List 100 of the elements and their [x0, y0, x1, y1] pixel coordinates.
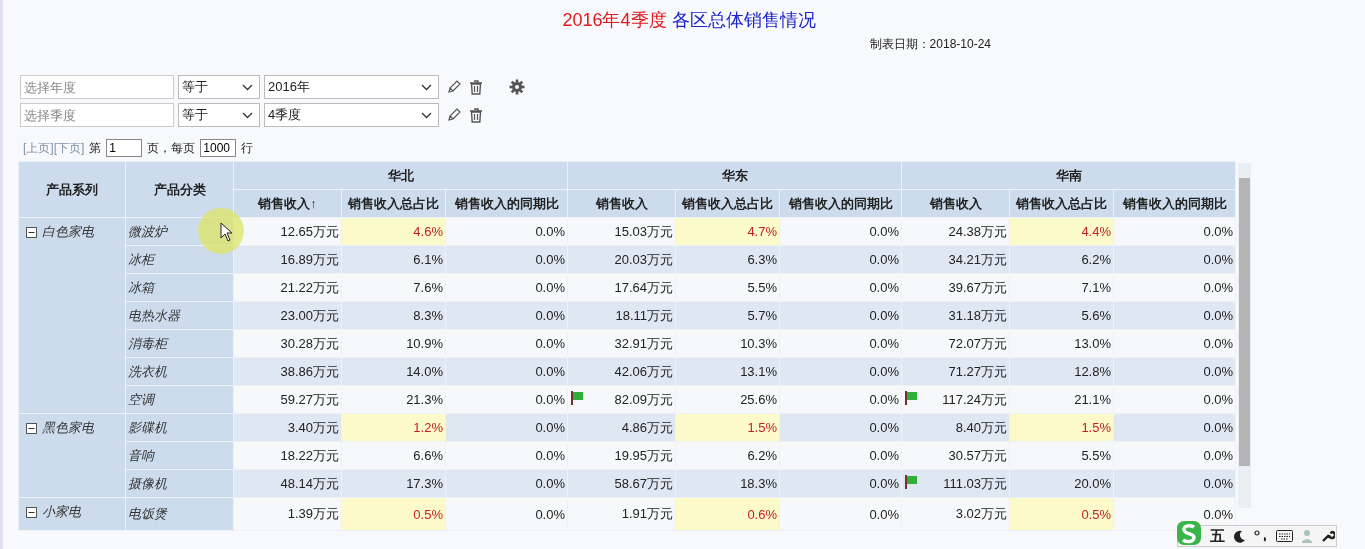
share-cell: 6.2% — [675, 441, 780, 470]
yoy-cell: 0.0% — [445, 413, 568, 442]
column-header: 销售收入总占比 — [341, 189, 446, 218]
category-cell: 冰箱 — [125, 273, 234, 302]
category-cell: 摄像机 — [125, 469, 234, 498]
yoy-cell: 0.0% — [445, 497, 568, 531]
filter-field[interactable]: 选择季度 — [20, 103, 174, 127]
yoy-cell: 0.0% — [1113, 469, 1236, 498]
revenue-cell: 48.14万元 — [233, 469, 342, 498]
revenue-cell: 8.40万元 — [901, 413, 1010, 442]
scrollbar[interactable] — [1238, 163, 1251, 508]
revenue-cell: 32.91万元 — [567, 329, 676, 358]
logo-icon[interactable] — [1176, 520, 1202, 546]
share-cell: 7.1% — [1009, 273, 1114, 302]
yoy-cell: 0.0% — [445, 357, 568, 386]
region-header: 华东 — [567, 161, 902, 190]
wrench-icon[interactable] — [1321, 529, 1335, 543]
series-name: 小家电 — [42, 503, 81, 521]
page-field[interactable]: 1 — [106, 139, 143, 157]
moon-icon[interactable] — [1233, 529, 1246, 543]
report-period: 2016年4季度 — [562, 10, 667, 30]
settings-icon[interactable] — [509, 79, 525, 95]
share-cell: 6.6% — [341, 441, 446, 470]
revenue-cell: 1.39万元 — [233, 497, 342, 531]
revenue-cell: 82.09万元 — [567, 385, 676, 414]
share-cell: 21.1% — [1009, 385, 1114, 414]
revenue-cell: 59.27万元 — [233, 385, 342, 414]
column-header: 销售收入 — [567, 189, 676, 218]
keyboard-icon[interactable] — [1276, 530, 1293, 542]
share-cell: 6.2% — [1009, 245, 1114, 274]
yoy-cell: 0.0% — [1113, 385, 1236, 414]
yoy-cell: 0.0% — [1113, 329, 1236, 358]
share-cell: 20.0% — [1009, 469, 1114, 498]
revenue-cell: 21.22万元 — [233, 273, 342, 302]
collapse-icon[interactable] — [26, 506, 37, 518]
share-cell: 10.9% — [341, 329, 446, 358]
revenue-cell: 1.91万元 — [567, 497, 676, 531]
yoy-cell: 0.0% — [1113, 245, 1236, 274]
share-cell: 17.3% — [341, 469, 446, 498]
category-cell: 电饭煲 — [125, 497, 234, 531]
share-cell: 1.5% — [675, 413, 780, 442]
operator-dropdown[interactable]: 等于 — [178, 103, 260, 127]
share-cell: 1.5% — [1009, 413, 1114, 442]
pencil-icon[interactable] — [446, 107, 462, 123]
revenue-cell: 18.11万元 — [567, 301, 676, 330]
value-dropdown[interactable]: 2016年 — [264, 75, 439, 99]
share-cell: 0.6% — [675, 497, 780, 531]
yoy-cell: 0.0% — [445, 245, 568, 274]
yoy-cell: 0.0% — [779, 469, 902, 498]
share-cell: 4.4% — [1009, 217, 1114, 246]
flag-icon — [571, 391, 583, 405]
filter-field[interactable]: 选择年度 — [20, 75, 174, 99]
share-cell: 0.5% — [341, 497, 446, 531]
column-header: 产品分类 — [125, 161, 234, 218]
cursor-icon — [220, 222, 233, 242]
column-header: 销售收入↑ — [233, 189, 342, 218]
yoy-cell: 0.0% — [1113, 357, 1236, 386]
column-header: 销售收入的同期比 — [1113, 189, 1236, 218]
punctuation-icon[interactable] — [1254, 529, 1268, 543]
yoy-cell: 0.0% — [445, 301, 568, 330]
category-cell: 电热水器 — [125, 301, 234, 330]
column-header: 产品系列 — [18, 161, 126, 218]
chevron-icon — [242, 83, 253, 91]
revenue-cell: 17.64万元 — [567, 273, 676, 302]
value-dropdown[interactable]: 4季度 — [264, 103, 439, 127]
yoy-cell: 0.0% — [445, 441, 568, 470]
report-date: 制表日期：2018-10-24 — [869, 36, 991, 53]
yoy-cell: 0.0% — [779, 497, 902, 531]
revenue-cell: 3.02万元 — [901, 497, 1010, 531]
revenue-cell: 15.03万元 — [567, 217, 676, 246]
operator-dropdown[interactable]: 等于 — [178, 75, 260, 99]
yoy-cell: 0.0% — [445, 385, 568, 414]
share-cell: 6.3% — [675, 245, 780, 274]
collapse-icon[interactable] — [26, 226, 37, 238]
column-header: 销售收入的同期比 — [445, 189, 568, 218]
revenue-cell: 58.67万元 — [567, 469, 676, 498]
report-title: 各区总体销售情况 — [671, 10, 816, 30]
per-page-field[interactable]: 1000 — [200, 139, 237, 157]
share-cell: 13.0% — [1009, 329, 1114, 358]
series-name: 黑色家电 — [42, 419, 94, 437]
share-cell: 4.6% — [341, 217, 446, 246]
pencil-icon[interactable] — [446, 79, 462, 95]
category-cell: 空调 — [125, 385, 234, 414]
yoy-cell: 0.0% — [779, 273, 902, 302]
share-cell: 14.0% — [341, 357, 446, 386]
revenue-cell: 24.38万元 — [901, 217, 1010, 246]
share-cell: 7.6% — [341, 273, 446, 302]
category-cell: 音响 — [125, 441, 234, 470]
trash-icon[interactable] — [469, 107, 483, 123]
yoy-cell: 0.0% — [1113, 413, 1236, 442]
revenue-cell: 3.40万元 — [233, 413, 342, 442]
trash-icon[interactable] — [469, 79, 483, 95]
share-cell: 5.5% — [1009, 441, 1114, 470]
yoy-cell: 0.0% — [445, 217, 568, 246]
flag-icon — [905, 475, 918, 489]
collapse-icon[interactable] — [26, 422, 37, 434]
yoy-cell: 0.0% — [779, 217, 902, 246]
share-cell: 5.7% — [675, 301, 780, 330]
column-header: 销售收入总占比 — [1009, 189, 1114, 218]
revenue-cell: 23.00万元 — [233, 301, 342, 330]
